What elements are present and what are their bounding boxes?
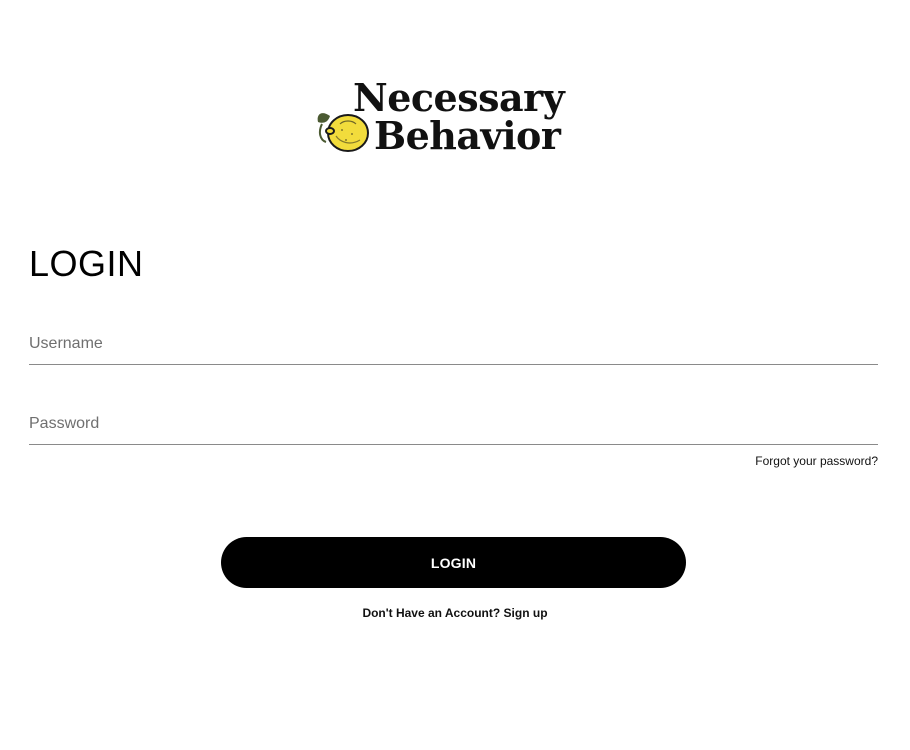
login-page: Necessary Behavior LOGIN Forgot your pas… (0, 0, 910, 750)
username-field-wrapper (29, 324, 878, 365)
brand-name-line2: Behavior (374, 113, 561, 158)
forgot-password-link[interactable]: Forgot your password? (755, 454, 878, 468)
signup-prompt-text: Don't Have an Account? (362, 606, 501, 620)
signup-link[interactable]: Sign up (504, 606, 548, 620)
username-input[interactable] (29, 324, 878, 364)
page-title: LOGIN (29, 243, 144, 284)
brand-logo: Necessary Behavior (316, 76, 588, 160)
signup-prompt: Don't Have an Account? Sign up (0, 606, 910, 620)
password-input[interactable] (29, 404, 878, 444)
password-field-wrapper (29, 404, 878, 445)
login-button[interactable]: LOGIN (221, 537, 686, 588)
